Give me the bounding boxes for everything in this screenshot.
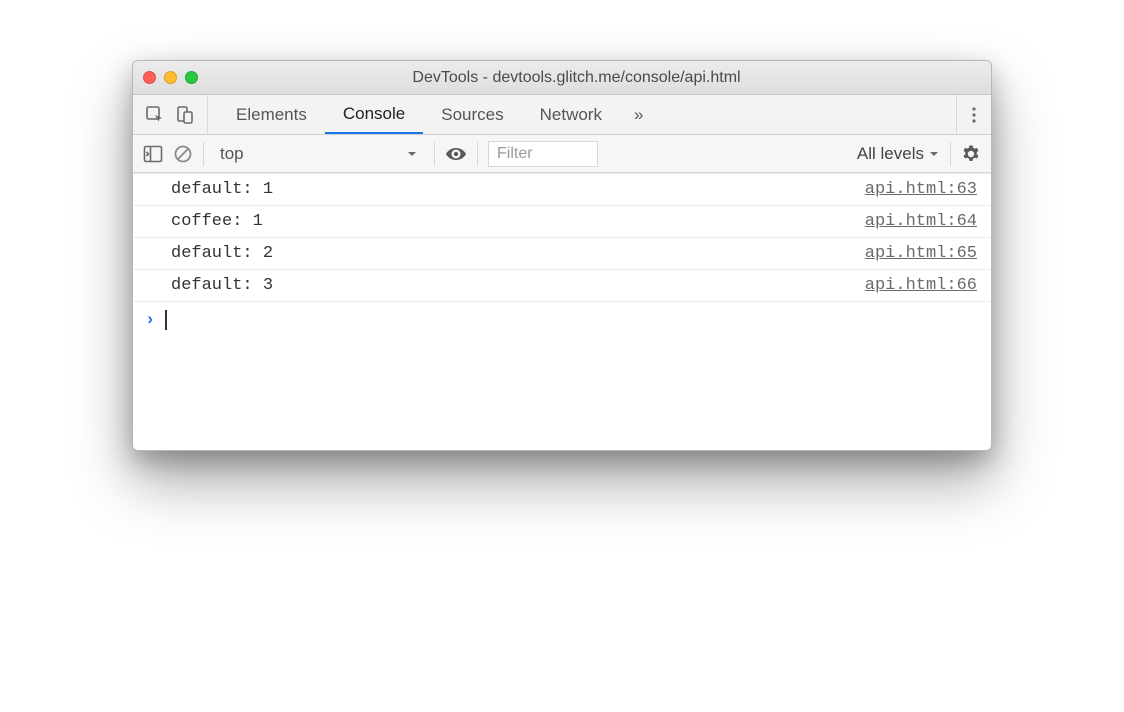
filter-input[interactable] [488, 141, 598, 167]
panel-tabbar: Elements Console Sources Network » [133, 95, 991, 135]
tab-elements[interactable]: Elements [218, 95, 325, 134]
message-source-link[interactable]: api.html:64 [865, 212, 977, 231]
console-messages: default: 1 api.html:63 coffee: 1 api.htm… [133, 173, 991, 450]
console-message-row: default: 2 api.html:65 [133, 238, 991, 270]
device-toolbar-icon[interactable] [175, 105, 195, 125]
console-prompt[interactable]: › [133, 302, 991, 450]
window-titlebar: DevTools - devtools.glitch.me/console/ap… [133, 61, 991, 95]
console-toolbar: top All levels [133, 135, 991, 173]
log-levels-selector[interactable]: All levels [857, 144, 940, 164]
chevron-down-icon [928, 148, 940, 160]
divider [434, 142, 435, 166]
execution-context-selector[interactable]: top [214, 144, 424, 164]
console-sidebar-toggle-icon[interactable] [143, 145, 163, 163]
console-message-row: default: 1 api.html:63 [133, 173, 991, 206]
tab-console[interactable]: Console [325, 95, 423, 134]
message-text: default: 2 [171, 244, 273, 263]
live-expression-icon[interactable] [445, 146, 467, 162]
console-message-row: default: 3 api.html:66 [133, 270, 991, 302]
message-source-link[interactable]: api.html:63 [865, 180, 977, 199]
context-label: top [220, 144, 244, 164]
tab-network[interactable]: Network [522, 95, 620, 134]
window-title: DevTools - devtools.glitch.me/console/ap… [172, 69, 981, 87]
panel-tabs: Elements Console Sources Network » [208, 95, 956, 134]
message-text: default: 1 [171, 180, 273, 199]
close-window-button[interactable] [143, 71, 156, 84]
chevron-down-icon [406, 148, 418, 160]
clear-console-icon[interactable] [173, 144, 193, 164]
tab-sources[interactable]: Sources [423, 95, 521, 134]
message-text: default: 3 [171, 276, 273, 295]
console-settings-icon[interactable] [961, 144, 981, 164]
message-source-link[interactable]: api.html:65 [865, 244, 977, 263]
levels-label: All levels [857, 144, 924, 164]
tabs-overflow-button[interactable]: » [620, 95, 657, 134]
message-source-link[interactable]: api.html:66 [865, 276, 977, 295]
devtools-window: DevTools - devtools.glitch.me/console/ap… [132, 60, 992, 451]
message-text: coffee: 1 [171, 212, 263, 231]
console-message-row: coffee: 1 api.html:64 [133, 206, 991, 238]
text-cursor [165, 310, 167, 330]
divider [950, 142, 951, 166]
kebab-menu-icon[interactable] [971, 105, 977, 125]
divider [203, 142, 204, 166]
divider [477, 142, 478, 166]
prompt-chevron-icon: › [145, 311, 155, 330]
inspect-element-icon[interactable] [145, 105, 165, 125]
